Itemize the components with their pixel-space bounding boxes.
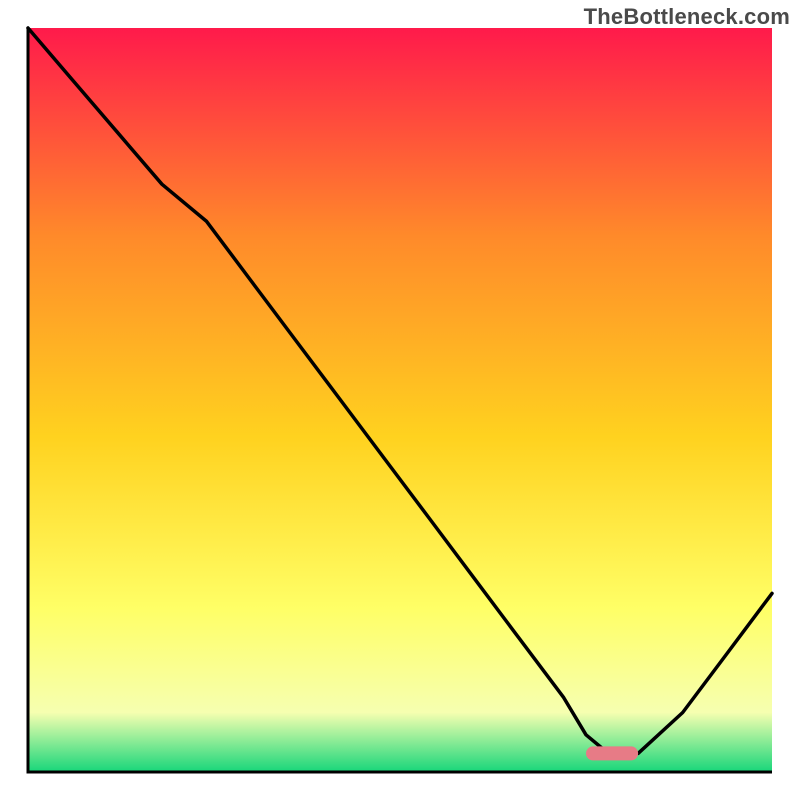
chart-frame: TheBottleneck.com [0, 0, 800, 800]
optimal-marker [586, 746, 638, 760]
plot-background [28, 28, 772, 772]
watermark-label: TheBottleneck.com [584, 4, 790, 30]
bottleneck-chart [0, 0, 800, 800]
